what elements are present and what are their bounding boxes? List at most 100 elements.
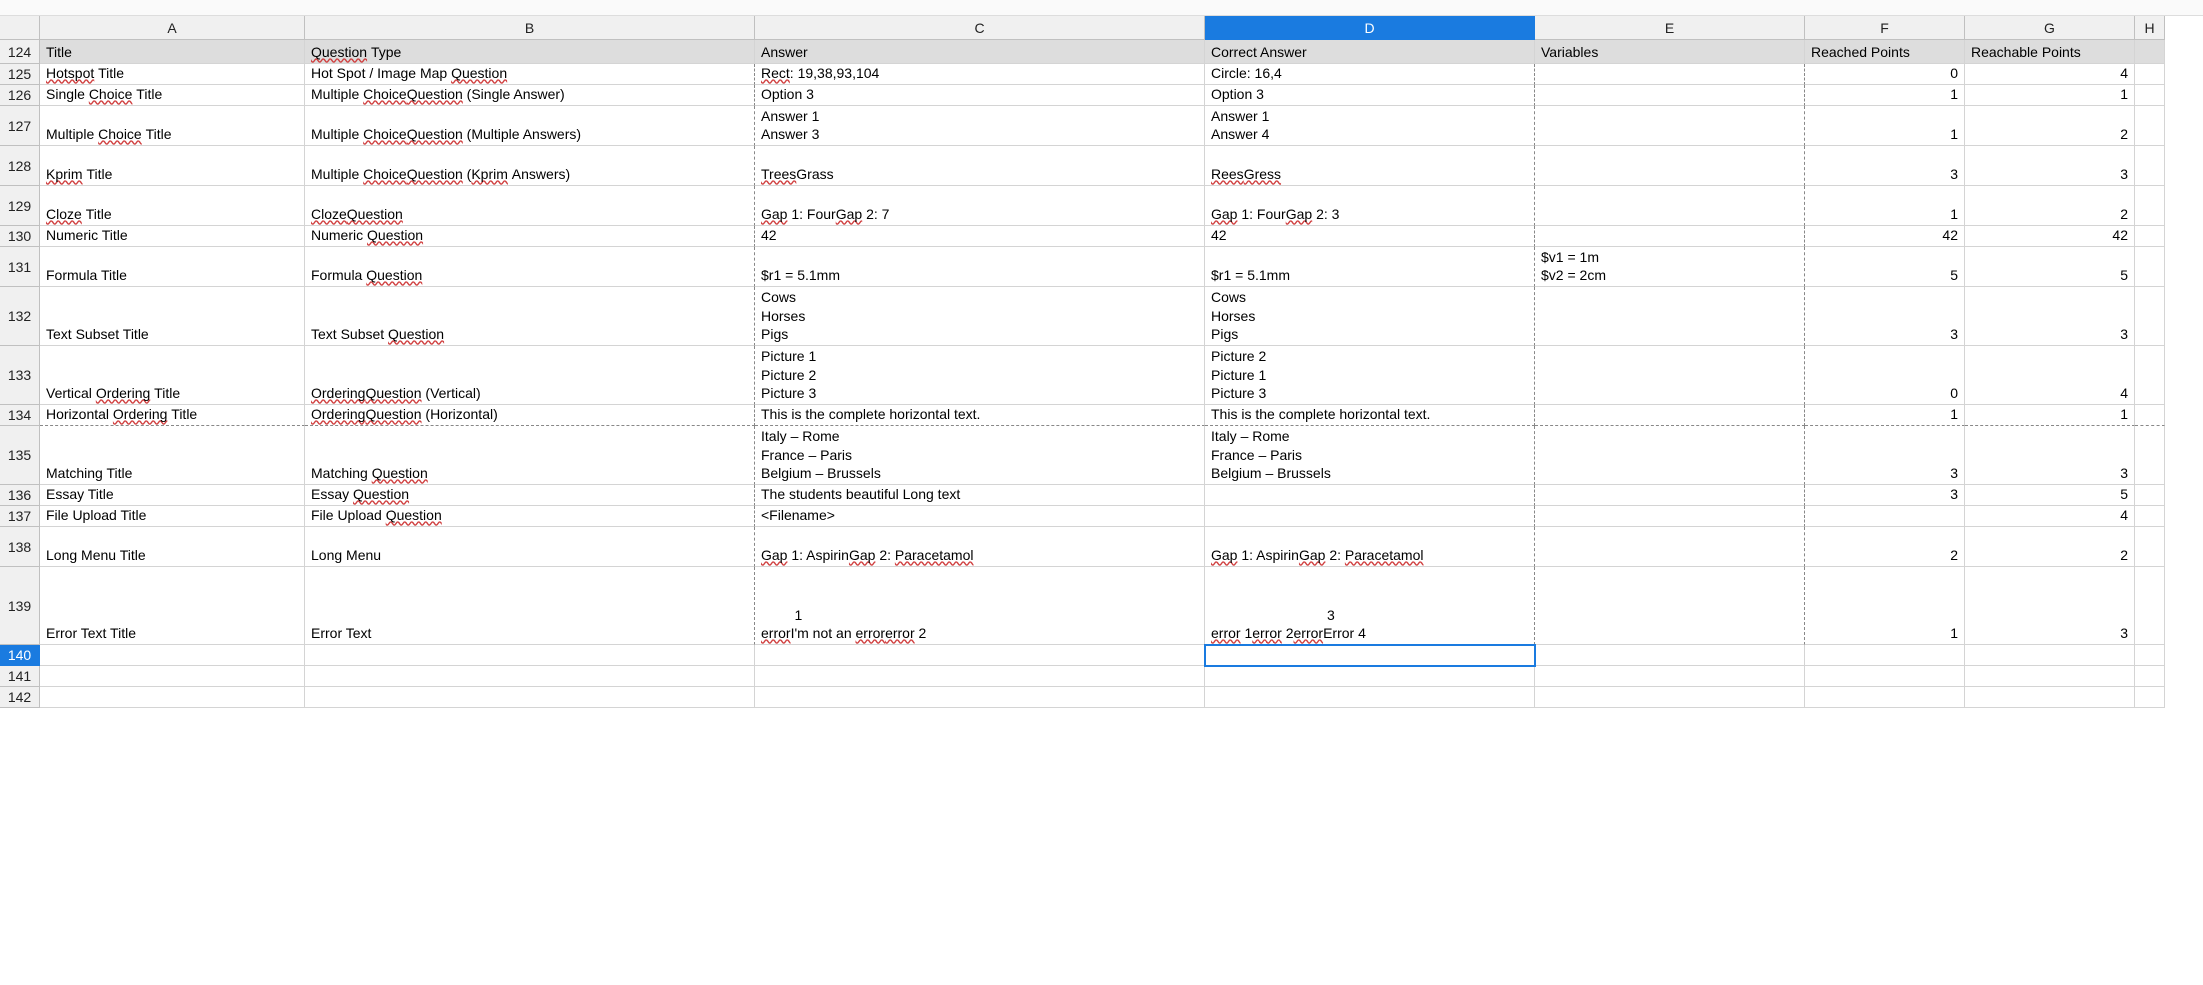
row-header-131[interactable]: 131 [0, 247, 40, 287]
cell-H130[interactable] [2135, 226, 2165, 247]
row-header-125[interactable]: 125 [0, 64, 40, 85]
cell-A130[interactable]: Numeric Title [40, 226, 305, 247]
cell-H126[interactable] [2135, 85, 2165, 106]
cell-C142[interactable] [755, 687, 1205, 708]
cell-A141[interactable] [40, 666, 305, 687]
column-header-B[interactable]: B [305, 16, 755, 40]
cell-C137[interactable]: <Filename> [755, 506, 1205, 527]
cell-B132[interactable]: Text Subset Question [305, 287, 755, 346]
cell-A126[interactable]: Single Choice Title [40, 85, 305, 106]
cell-D129[interactable]: Gap 1: Four Gap 2: 3 [1205, 186, 1535, 226]
cell-H125[interactable] [2135, 64, 2165, 85]
cell-B131[interactable]: Formula Question [305, 247, 755, 287]
cell-D132[interactable]: Cows Horses Pigs [1205, 287, 1535, 346]
row-header-140[interactable]: 140 [0, 645, 40, 666]
cell-C140[interactable] [755, 645, 1205, 666]
cell-E131[interactable]: $v1 = 1m $v2 = 2cm [1535, 247, 1805, 287]
spreadsheet-grid[interactable]: ABCDEFGH124TitleQuestion TypeAnswerCorre… [0, 16, 2165, 708]
cell-E128[interactable] [1535, 146, 1805, 186]
cell-C136[interactable]: The students beautiful Long text [755, 485, 1205, 506]
cell-A133[interactable]: Vertical Ordering Title [40, 346, 305, 405]
cell-A127[interactable]: Multiple Choice Title [40, 106, 305, 146]
row-header-134[interactable]: 134 [0, 405, 40, 426]
cell-B138[interactable]: Long Menu [305, 527, 755, 567]
cell-G140[interactable] [1965, 645, 2135, 666]
cell-G134[interactable]: 1 [1965, 405, 2135, 426]
cell-D125[interactable]: Circle: 16,4 [1205, 64, 1535, 85]
cell-B129[interactable]: Cloze Question [305, 186, 755, 226]
cell-F128[interactable]: 3 [1805, 146, 1965, 186]
cell-A134[interactable]: Horizontal Ordering Title [40, 405, 305, 426]
cell-E127[interactable] [1535, 106, 1805, 146]
cell-H133[interactable] [2135, 346, 2165, 405]
row-header-142[interactable]: 142 [0, 687, 40, 708]
cell-D139[interactable]: error 1 error 2 error 3 Error 4 [1205, 567, 1535, 645]
cell-D126[interactable]: Option 3 [1205, 85, 1535, 106]
cell-A131[interactable]: Formula Title [40, 247, 305, 287]
cell-C138[interactable]: Gap 1: Aspirin Gap 2: Paracetamol [755, 527, 1205, 567]
cell-B128[interactable]: Multiple Choice Question (Kprim Answers) [305, 146, 755, 186]
row-header-130[interactable]: 130 [0, 226, 40, 247]
cell-C135[interactable]: Italy – Rome France – Paris Belgium – Br… [755, 426, 1205, 485]
cell-E134[interactable] [1535, 405, 1805, 426]
cell-G142[interactable] [1965, 687, 2135, 708]
cell-E140[interactable] [1535, 645, 1805, 666]
cell-D128[interactable]: Rees Gress [1205, 146, 1535, 186]
column-header-D[interactable]: D [1205, 16, 1535, 40]
cell-E133[interactable] [1535, 346, 1805, 405]
cell-A129[interactable]: Cloze Title [40, 186, 305, 226]
cell-G138[interactable]: 2 [1965, 527, 2135, 567]
cell-G133[interactable]: 4 [1965, 346, 2135, 405]
cell-A136[interactable]: Essay Title [40, 485, 305, 506]
column-header-C[interactable]: C [755, 16, 1205, 40]
cell-E138[interactable] [1535, 527, 1805, 567]
cell-G130[interactable]: 42 [1965, 226, 2135, 247]
cell-H135[interactable] [2135, 426, 2165, 485]
cell-B130[interactable]: Numeric Question [305, 226, 755, 247]
cell-H131[interactable] [2135, 247, 2165, 287]
cell-E136[interactable] [1535, 485, 1805, 506]
row-header-127[interactable]: 127 [0, 106, 40, 146]
cell-B137[interactable]: File Upload Question [305, 506, 755, 527]
cell-G126[interactable]: 1 [1965, 85, 2135, 106]
row-header-132[interactable]: 132 [0, 287, 40, 346]
cell-G137[interactable]: 4 [1965, 506, 2135, 527]
cell-D135[interactable]: Italy – Rome France – Paris Belgium – Br… [1205, 426, 1535, 485]
row-header-126[interactable]: 126 [0, 85, 40, 106]
cell-E130[interactable] [1535, 226, 1805, 247]
cell-F133[interactable]: 0 [1805, 346, 1965, 405]
cell-H137[interactable] [2135, 506, 2165, 527]
cell-F141[interactable] [1805, 666, 1965, 687]
cell-F142[interactable] [1805, 687, 1965, 708]
row-header-128[interactable]: 128 [0, 146, 40, 186]
row-header-129[interactable]: 129 [0, 186, 40, 226]
column-header-G[interactable]: G [1965, 16, 2135, 40]
cell-B134[interactable]: Ordering Question (Horizontal) [305, 405, 755, 426]
row-header-135[interactable]: 135 [0, 426, 40, 485]
cell-B125[interactable]: Hot Spot / Image Map Question [305, 64, 755, 85]
row-header-133[interactable]: 133 [0, 346, 40, 405]
cell-B136[interactable]: Essay Question [305, 485, 755, 506]
header-cell-A[interactable]: Title [40, 40, 305, 64]
cell-F127[interactable]: 1 [1805, 106, 1965, 146]
cell-B133[interactable]: Ordering Question (Vertical) [305, 346, 755, 405]
cell-H138[interactable] [2135, 527, 2165, 567]
cell-C133[interactable]: Picture 1 Picture 2 Picture 3 [755, 346, 1205, 405]
cell-C141[interactable] [755, 666, 1205, 687]
cell-G132[interactable]: 3 [1965, 287, 2135, 346]
row-header-141[interactable]: 141 [0, 666, 40, 687]
cell-D133[interactable]: Picture 2 Picture 1 Picture 3 [1205, 346, 1535, 405]
cell-H134[interactable] [2135, 405, 2165, 426]
cell-G127[interactable]: 2 [1965, 106, 2135, 146]
column-header-H[interactable]: H [2135, 16, 2165, 40]
cell-F135[interactable]: 3 [1805, 426, 1965, 485]
cell-C128[interactable]: Trees Grass [755, 146, 1205, 186]
cell-D137[interactable] [1205, 506, 1535, 527]
cell-A128[interactable]: Kprim Title [40, 146, 305, 186]
row-header-138[interactable]: 138 [0, 527, 40, 567]
cell-F125[interactable]: 0 [1805, 64, 1965, 85]
cell-G128[interactable]: 3 [1965, 146, 2135, 186]
cell-F129[interactable]: 1 [1805, 186, 1965, 226]
cell-F136[interactable]: 3 [1805, 485, 1965, 506]
cell-E141[interactable] [1535, 666, 1805, 687]
